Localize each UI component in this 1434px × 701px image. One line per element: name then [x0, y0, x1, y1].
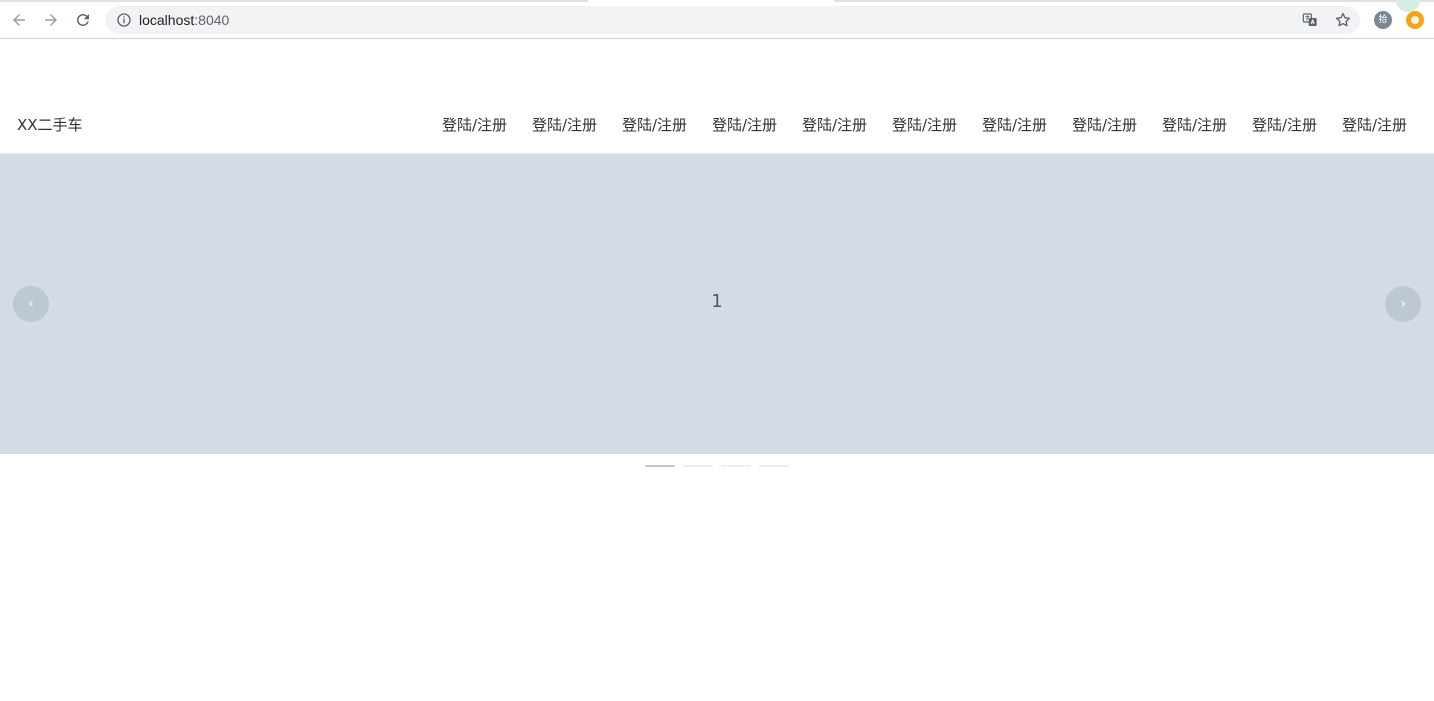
nav-link-login-register[interactable]: 登陆/注册 [957, 115, 1047, 135]
url-port: :8040 [194, 12, 230, 28]
carousel-indicator[interactable] [645, 465, 675, 467]
site-logo[interactable]: XX二手车 [17, 115, 83, 135]
nav-link-login-register[interactable]: 登陆/注册 [1227, 115, 1317, 135]
address-bar[interactable]: localhost:8040 [105, 6, 1360, 34]
reload-button[interactable] [72, 9, 94, 31]
star-icon[interactable] [1334, 11, 1352, 29]
reload-icon [76, 13, 89, 26]
nav-link-login-register[interactable]: 登陆/注册 [687, 115, 777, 135]
nav-link-login-register[interactable]: 登陆/注册 [777, 115, 867, 135]
info-icon[interactable] [116, 12, 132, 28]
nav-link-login-register[interactable]: 登陆/注册 [507, 115, 597, 135]
nav-link-login-register[interactable]: 登陆/注册 [597, 115, 687, 135]
carousel[interactable]: 1 ‹ › [0, 154, 1434, 454]
site-header: XX二手车 登陆/注册 登陆/注册 登陆/注册 登陆/注册 登陆/注册 登陆/注… [0, 40, 1434, 154]
carousel-indicator[interactable] [759, 465, 789, 467]
nav-link-login-register[interactable]: 登陆/注册 [1317, 115, 1407, 135]
chevron-right-icon: › [1400, 296, 1406, 312]
carousel-indicators [645, 465, 789, 467]
nav-link-login-register[interactable]: 登陆/注册 [867, 115, 957, 135]
carousel-prev-button[interactable]: ‹ [13, 286, 49, 322]
forward-icon [45, 14, 57, 26]
browser-toolbar: localhost:8040 拾 [0, 0, 1434, 39]
chevron-left-icon: ‹ [28, 296, 34, 312]
nav-link-login-register[interactable]: 登陆/注册 [1137, 115, 1227, 135]
carousel-next-button[interactable]: › [1385, 286, 1421, 322]
extension-icon[interactable] [1406, 11, 1424, 29]
carousel-slide-label: 1 [711, 291, 723, 312]
back-button[interactable] [8, 9, 30, 31]
carousel-indicator[interactable] [683, 465, 713, 467]
url-host: localhost [139, 12, 195, 28]
nav-link-login-register[interactable]: 登陆/注册 [417, 115, 507, 135]
url-text[interactable]: localhost:8040 [139, 12, 229, 28]
carousel-indicator[interactable] [721, 465, 751, 467]
back-icon [13, 14, 25, 26]
nav-link-login-register[interactable]: 登陆/注册 [1047, 115, 1137, 135]
extension-avatar-icon[interactable]: 拾 [1374, 11, 1392, 29]
translate-icon[interactable] [1302, 12, 1318, 28]
tab-strip-edge [834, 0, 1434, 2]
tab-strip-edge [0, 0, 588, 2]
forward-button[interactable] [40, 9, 62, 31]
nav-menu: 登陆/注册 登陆/注册 登陆/注册 登陆/注册 登陆/注册 登陆/注册 登陆/注… [417, 115, 1407, 135]
